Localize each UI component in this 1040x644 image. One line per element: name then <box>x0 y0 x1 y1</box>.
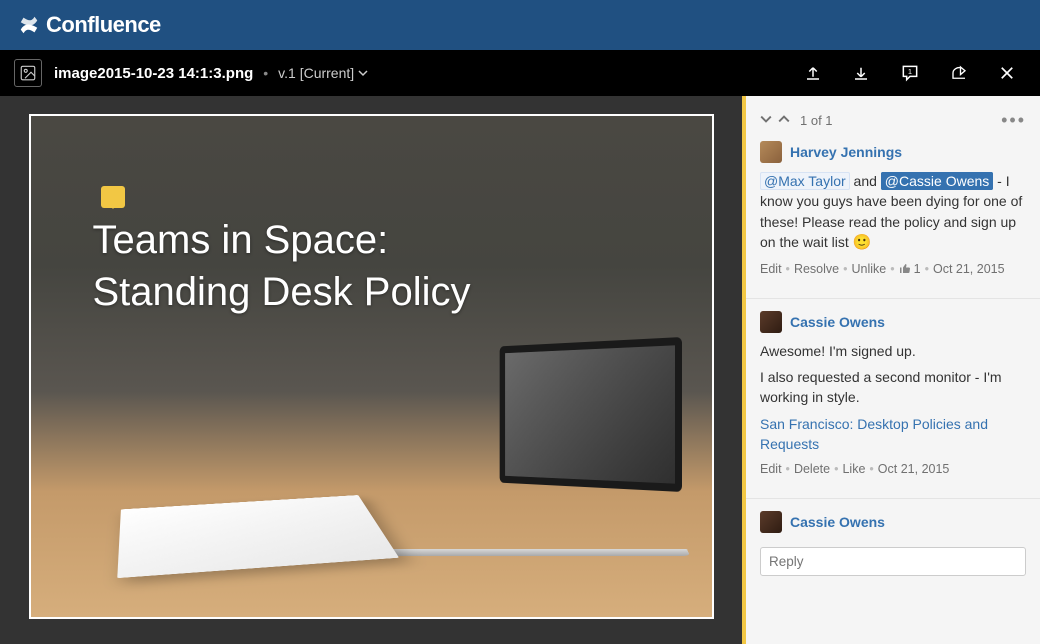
user-mention[interactable]: @Max Taylor <box>760 172 850 190</box>
more-actions-button[interactable]: ••• <box>1001 110 1026 131</box>
chevron-up-icon <box>778 113 790 125</box>
reply-prompt-header: Cassie Owens <box>746 511 1040 541</box>
user-mention[interactable]: @Cassie Owens <box>881 172 993 190</box>
product-logo[interactable]: Confluence <box>18 12 161 38</box>
comment-icon: 1 <box>900 63 920 83</box>
comment-meta: Edit • Resolve • Unlike • 1 • Oct 21, 20… <box>760 262 1026 276</box>
file-name: image2015-10-23 14:1:3.png <box>54 65 253 82</box>
upload-button[interactable] <box>804 64 822 82</box>
nav-up-button[interactable] <box>778 113 790 128</box>
download-icon <box>852 64 870 82</box>
like-link[interactable]: Like <box>842 462 865 476</box>
comment-thread: Harvey Jennings @Max Taylor and @Cassie … <box>746 141 1040 288</box>
file-separator: • <box>263 65 268 81</box>
resolve-link[interactable]: Resolve <box>794 262 839 276</box>
reply-author[interactable]: Cassie Owens <box>790 314 885 330</box>
product-name: Confluence <box>46 12 161 38</box>
upload-icon <box>804 64 822 82</box>
annotation-pin-icon[interactable] <box>101 186 125 208</box>
comment-author[interactable]: Harvey Jennings <box>790 144 902 160</box>
nav-down-button[interactable] <box>760 113 772 128</box>
image-title-line1: Teams in Space: <box>93 214 471 266</box>
divider <box>746 298 1040 299</box>
share-button[interactable] <box>950 64 968 82</box>
edit-link[interactable]: Edit <box>760 262 782 276</box>
comment-date: Oct 21, 2015 <box>933 262 1005 276</box>
delete-link[interactable]: Delete <box>794 462 830 476</box>
unlike-link[interactable]: Unlike <box>852 262 887 276</box>
chevron-down-icon <box>358 68 368 78</box>
image-overlay-title: Teams in Space: Standing Desk Policy <box>93 214 471 318</box>
reply-input[interactable] <box>760 547 1026 576</box>
comments-panel: 1 of 1 ••• Harvey Jennings @Max Taylor a… <box>742 96 1040 644</box>
app-header: Confluence <box>0 0 1040 50</box>
reply-body: Awesome! I'm signed up. I also requested… <box>760 341 1026 454</box>
edit-link[interactable]: Edit <box>760 462 782 476</box>
comment-count-button[interactable]: 1 <box>900 63 920 83</box>
reply-meta: Edit • Delete • Like • Oct 21, 2015 <box>760 462 1026 476</box>
content-area: Teams in Space: Standing Desk Policy 1 o… <box>0 96 1040 644</box>
reply-prompt-author[interactable]: Cassie Owens <box>790 514 885 530</box>
document-link[interactable]: San Francisco: Desktop Policies and Requ… <box>760 416 988 452</box>
comment-body: @Max Taylor and @Cassie Owens - I know y… <box>760 171 1026 254</box>
paper-graphic <box>117 495 399 578</box>
version-selector[interactable]: v.1 [Current] <box>278 65 368 81</box>
comment-reply: Cassie Owens Awesome! I'm signed up. I a… <box>746 311 1040 488</box>
avatar[interactable] <box>760 511 782 533</box>
preview-image[interactable]: Teams in Space: Standing Desk Policy <box>29 114 714 619</box>
laptop-graphic <box>362 337 682 567</box>
file-thumbnail <box>14 59 42 87</box>
chevron-down-icon <box>760 113 772 125</box>
reply-box <box>760 547 1026 576</box>
reply-date: Oct 21, 2015 <box>878 462 950 476</box>
toolbar-actions: 1 <box>804 63 1026 83</box>
reply-text-line: Awesome! I'm signed up. <box>760 341 1026 361</box>
image-title-line2: Standing Desk Policy <box>93 266 471 318</box>
mention-joiner: and <box>850 173 881 189</box>
close-button[interactable] <box>998 64 1016 82</box>
divider <box>746 498 1040 499</box>
file-toolbar: image2015-10-23 14:1:3.png • v.1 [Curren… <box>0 50 1040 96</box>
smile-emoji-icon: 🙂 <box>853 234 872 251</box>
version-label: v.1 [Current] <box>278 65 354 81</box>
reply-text-line: I also requested a second monitor - I'm … <box>760 367 1026 408</box>
close-icon <box>998 64 1016 82</box>
share-icon <box>950 64 968 82</box>
avatar[interactable] <box>760 311 782 333</box>
thumbs-up-icon <box>899 263 911 275</box>
comments-nav: 1 of 1 ••• <box>746 106 1040 141</box>
avatar[interactable] <box>760 141 782 163</box>
like-count-value: 1 <box>914 262 921 276</box>
nav-counter: 1 of 1 <box>800 113 833 128</box>
image-icon <box>19 64 37 82</box>
image-viewer: Teams in Space: Standing Desk Policy <box>0 96 742 644</box>
confluence-icon <box>18 14 40 36</box>
like-count[interactable]: 1 <box>899 262 921 276</box>
download-button[interactable] <box>852 64 870 82</box>
svg-text:1: 1 <box>908 67 912 76</box>
